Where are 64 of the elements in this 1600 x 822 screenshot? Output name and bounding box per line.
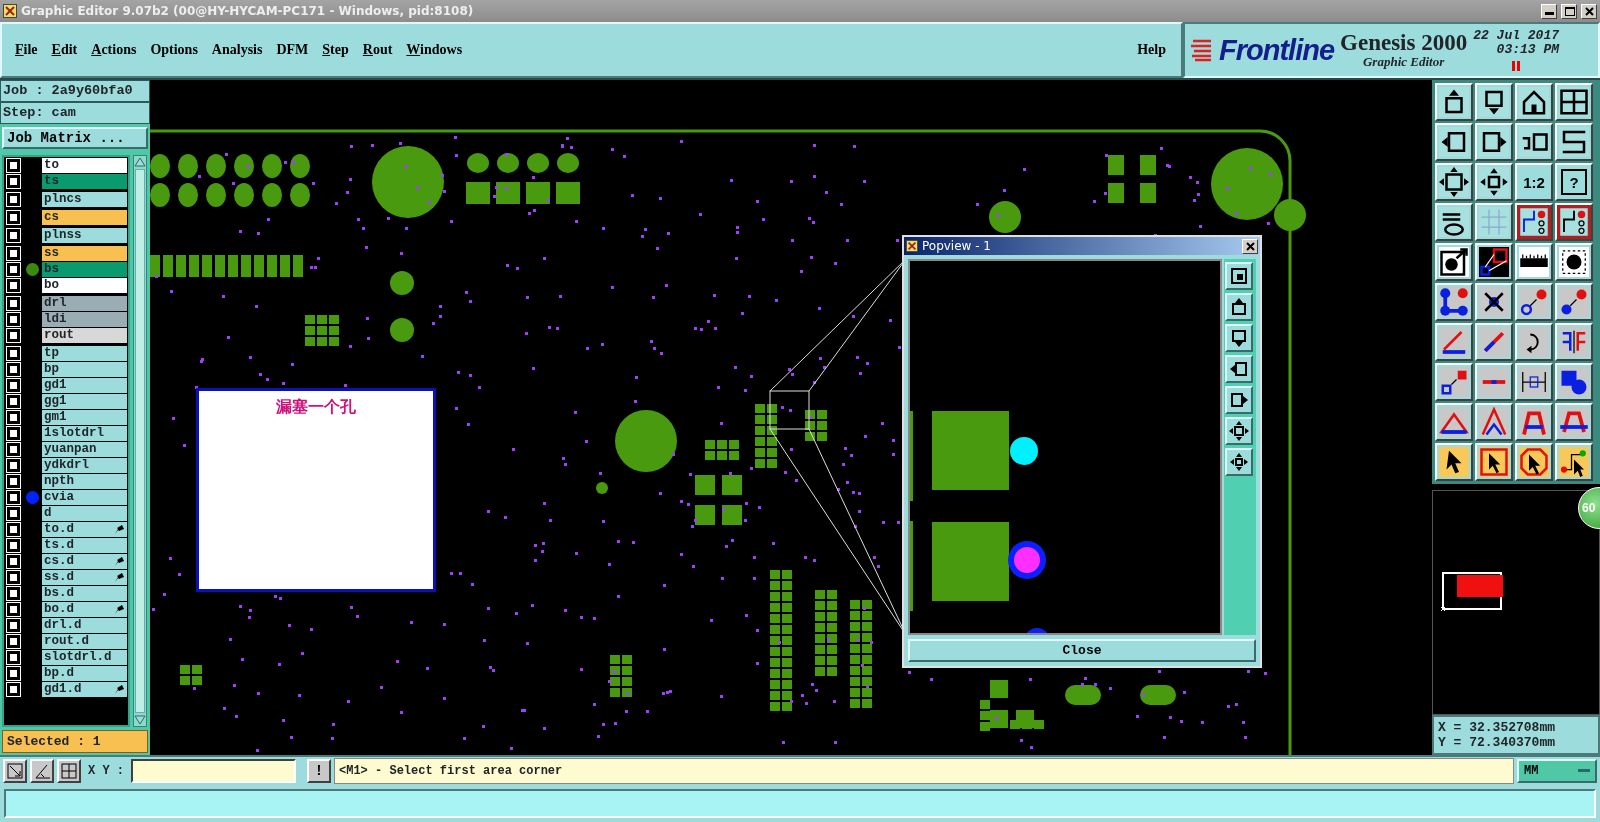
menu-item[interactable]: DFM — [269, 42, 316, 58]
exclaim-button[interactable]: ! — [307, 759, 331, 783]
layer-name[interactable]: bp — [42, 362, 127, 377]
layer-name[interactable]: to.d — [42, 522, 127, 537]
layer-name[interactable]: ss.d — [42, 570, 127, 585]
window-title: Graphic Editor 9.07b2 (00@HY-HYCAM-PC171 - Windows, pid:8108) — [21, 4, 474, 18]
layer-name[interactable]: ydkdrl — [42, 458, 127, 473]
x-coordinate: X = 32.352708mm — [1438, 720, 1557, 735]
y-coordinate: Y = 72.340370mm — [1438, 735, 1557, 750]
layer-name[interactable]: ts — [42, 174, 127, 189]
layer-name[interactable]: gd1.d — [42, 682, 127, 697]
menu-item[interactable]: Analysis — [204, 42, 270, 58]
layer-name[interactable]: gm1 — [42, 410, 127, 425]
layer-name[interactable]: cs — [42, 210, 127, 225]
help-menu[interactable]: Help — [1130, 42, 1173, 58]
layer-name[interactable]: drl.d — [42, 618, 127, 633]
xy-label: X Y : — [87, 764, 125, 778]
close-button[interactable]: Close — [908, 639, 1256, 662]
toolbar-button[interactable]: 1:2 — [1515, 163, 1553, 201]
layer-name[interactable]: ts.d — [42, 538, 127, 553]
note-text: 漏塞一个孔 — [276, 397, 356, 417]
menu-item[interactable]: File — [8, 42, 45, 58]
layer-name[interactable]: ss — [42, 246, 127, 261]
layer-name[interactable]: 1slotdrl — [42, 426, 127, 441]
layer-name[interactable]: ldi — [42, 312, 127, 327]
layer-name[interactable]: rout.d — [42, 634, 127, 649]
layer-name[interactable]: bo.d — [42, 602, 127, 617]
selected-count: Selected : 1 — [2, 729, 148, 753]
menu-item[interactable]: Windows — [399, 42, 470, 58]
time-text: 03:13 PM — [1496, 43, 1559, 57]
layer-name[interactable]: gd1 — [42, 378, 127, 393]
layer-name[interactable]: cvia — [42, 490, 127, 505]
layer-name[interactable]: yuanpan — [42, 442, 127, 457]
job-matrix-button[interactable]: Job Matrix ... — [2, 127, 148, 149]
layer-name[interactable]: npth — [42, 474, 127, 489]
layer-name[interactable]: tp — [42, 346, 127, 361]
layer-name[interactable]: bs — [42, 262, 127, 277]
menu-item[interactable]: Edit — [44, 42, 85, 58]
menu-item[interactable]: Options — [143, 42, 205, 58]
layer-name[interactable]: drl — [42, 296, 127, 311]
layer-name[interactable]: gg1 — [42, 394, 127, 409]
step-label: Step: cam — [0, 102, 150, 124]
menu-item[interactable]: Actions — [84, 42, 144, 58]
layer-name[interactable]: to — [42, 158, 127, 173]
toolbar-button[interactable]: ? — [1555, 163, 1593, 201]
product-name: Genesis 2000 — [1340, 30, 1468, 54]
layer-name[interactable]: plncs — [42, 192, 127, 207]
layer-name[interactable]: d — [42, 506, 127, 521]
layer-name[interactable]: plnss — [42, 228, 127, 243]
layer-name[interactable]: cs.d — [42, 554, 127, 569]
layer-name[interactable]: rout — [42, 328, 127, 343]
popview-title: Popview - 1 — [922, 239, 992, 253]
units-dropdown[interactable]: MM — [1517, 759, 1597, 783]
prompt-message: <M1> - Select first area corner — [334, 758, 1514, 784]
layer-name[interactable]: bo — [42, 278, 127, 293]
layer-name[interactable]: bs.d — [42, 586, 127, 601]
product-subtitle: Graphic Editor — [1362, 53, 1446, 70]
logo-text: Frontline — [1219, 33, 1335, 67]
job-label: Job : 2a9y60bfa0 — [0, 80, 150, 102]
menu-item[interactable]: Rout — [355, 42, 400, 58]
layer-name[interactable]: bp.d — [42, 666, 127, 681]
menu-item[interactable]: Step — [315, 42, 356, 58]
layer-name[interactable]: slotdrl.d — [42, 650, 127, 665]
date-text: 22 Jul 2017 — [1473, 29, 1559, 43]
